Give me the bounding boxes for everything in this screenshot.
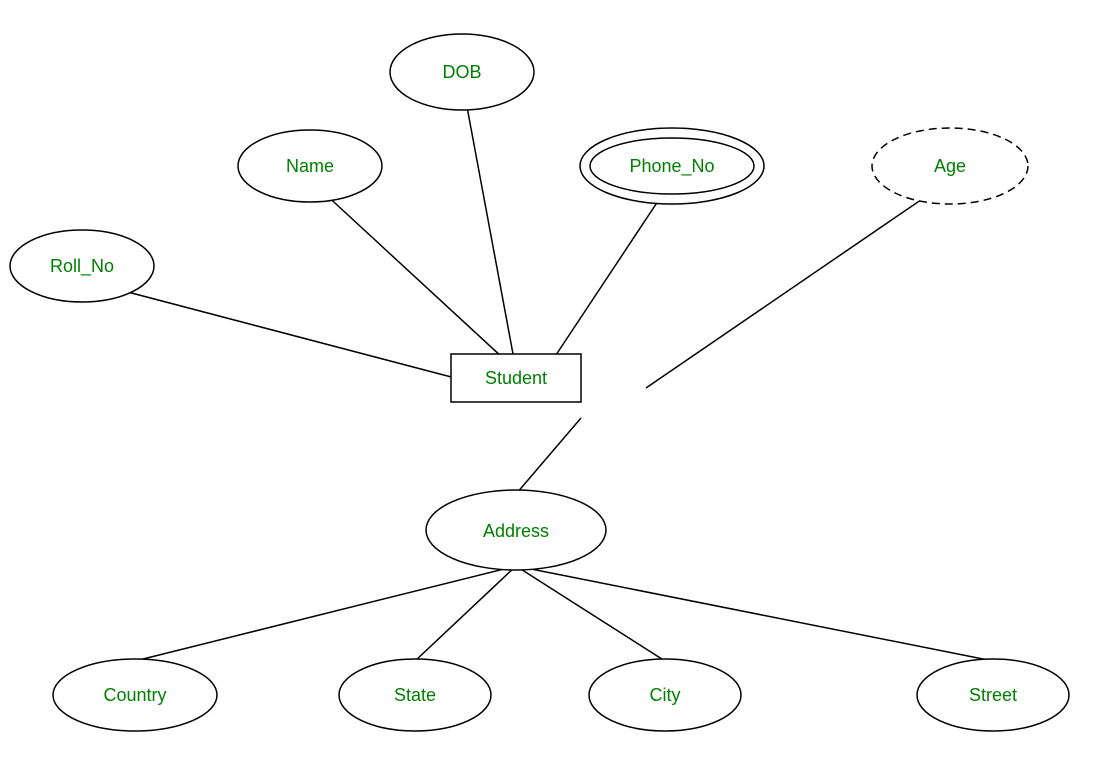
address-label: Address bbox=[483, 521, 549, 541]
name-label: Name bbox=[286, 156, 334, 176]
city-label: City bbox=[650, 685, 681, 705]
student-label: Student bbox=[485, 368, 547, 388]
er-diagram: DOB Name Phone_No Age Roll_No Student Ad… bbox=[0, 0, 1112, 753]
state-label: State bbox=[394, 685, 436, 705]
street-label: Street bbox=[969, 685, 1017, 705]
roll-no-label: Roll_No bbox=[50, 256, 114, 277]
age-label: Age bbox=[934, 156, 966, 176]
country-label: Country bbox=[103, 685, 166, 705]
phone-no-label: Phone_No bbox=[629, 156, 714, 177]
dob-label: DOB bbox=[442, 62, 481, 82]
